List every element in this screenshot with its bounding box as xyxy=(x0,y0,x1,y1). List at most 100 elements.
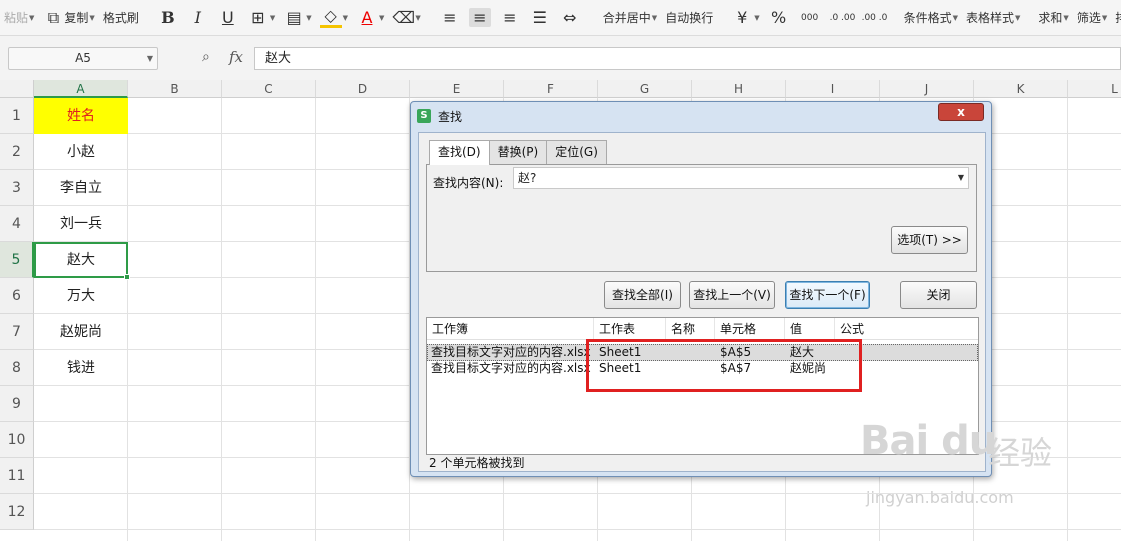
column-header-f[interactable]: F xyxy=(504,80,598,98)
currency-button[interactable]: ¥ ▼ xyxy=(727,4,763,32)
column-header-e[interactable]: E xyxy=(410,80,504,98)
format-painter-button[interactable]: 格式刷 xyxy=(99,4,143,32)
paste-button[interactable]: 粘贴 ▼ xyxy=(0,4,38,32)
tab-goto[interactable]: 定位(G) xyxy=(546,140,607,164)
borders-button[interactable]: ⊞ ▼ xyxy=(243,4,279,32)
column-header-h[interactable]: H xyxy=(692,80,786,98)
row-header-12[interactable]: 12 xyxy=(0,494,34,530)
table-style-button[interactable]: 表格样式 ▼ xyxy=(962,4,1024,32)
sort-button[interactable]: 排 xyxy=(1111,4,1121,32)
row-header-5[interactable]: 5 xyxy=(0,242,34,278)
thousands-button[interactable]: 000 xyxy=(794,4,826,32)
select-all-corner[interactable] xyxy=(0,80,34,98)
col-name[interactable]: 名称 xyxy=(666,318,715,340)
dialog-titlebar[interactable]: S 查找 x xyxy=(411,102,991,130)
col-formula[interactable]: 公式 xyxy=(835,318,978,340)
options-button[interactable]: 选项(T) >> xyxy=(891,226,968,254)
tab-replace[interactable]: 替换(P) xyxy=(488,140,548,164)
cell[interactable]: 万大 xyxy=(34,278,128,314)
result-workbook: 查找目标文字对应的内容.xlsx xyxy=(431,361,591,375)
cell[interactable]: 钱进 xyxy=(34,350,128,386)
tab-find[interactable]: 查找(D) xyxy=(429,140,490,165)
find-prev-button[interactable]: 查找上一个(V) xyxy=(689,281,775,309)
row-header-11[interactable]: 11 xyxy=(0,458,34,494)
column-header-l[interactable]: L xyxy=(1068,80,1121,98)
column-header-a[interactable]: A xyxy=(34,80,128,98)
inc-decimal-button[interactable]: .0 .00 xyxy=(826,4,858,32)
zoom-icon[interactable]: ⌕ xyxy=(202,49,210,65)
cell[interactable]: 赵妮尚 xyxy=(34,314,128,350)
column-header-g[interactable]: G xyxy=(598,80,692,98)
align-right-button[interactable]: ≡ xyxy=(495,4,525,32)
find-next-button[interactable]: 查找下一个(F) xyxy=(785,281,870,309)
cell[interactable]: 姓名 xyxy=(34,98,128,134)
copy-button[interactable]: ⧉ 复制 ▼ xyxy=(38,4,98,32)
name-box-value: A5 xyxy=(75,51,91,65)
copy-label: 复制 xyxy=(64,11,89,25)
cell-style-button[interactable]: ▤ ▼ xyxy=(279,4,315,32)
row-header-10[interactable]: 10 xyxy=(0,422,34,458)
row-header-8[interactable]: 8 xyxy=(0,350,34,386)
font-color-icon: A xyxy=(361,8,373,27)
wrap-text-label: 自动换行 xyxy=(665,11,714,25)
table-style-label: 表格样式 xyxy=(966,11,1015,25)
row-header-9[interactable]: 9 xyxy=(0,386,34,422)
dec-decimal-button[interactable]: .00 .0 xyxy=(858,4,890,32)
col-cell[interactable]: 单元格 xyxy=(715,318,785,340)
cond-format-button[interactable]: 条件格式 ▼ xyxy=(900,4,962,32)
column-header-j[interactable]: J xyxy=(880,80,974,98)
borders-icon: ⊞ xyxy=(251,8,265,27)
column-header-c[interactable]: C xyxy=(222,80,316,98)
align-left-button[interactable]: ≡ xyxy=(435,4,465,32)
justify-button[interactable]: ☰ xyxy=(525,4,555,32)
annotation-highlight-box xyxy=(586,339,862,392)
font-color-button[interactable]: A ▼ xyxy=(352,4,388,32)
column-header-k[interactable]: K xyxy=(974,80,1068,98)
cell[interactable]: 李自立 xyxy=(34,170,128,206)
baidu-watermark: Bai du 经验 jingyan.baidu.com xyxy=(860,410,1060,520)
fx-icon[interactable]: fx xyxy=(229,48,243,66)
bold-button[interactable]: B xyxy=(153,4,183,32)
watermark-cn: 经验 xyxy=(988,434,1053,472)
column-header-b[interactable]: B xyxy=(128,80,222,98)
align-center-button[interactable]: ≡ xyxy=(465,4,495,32)
name-box[interactable]: A5 ▼ xyxy=(8,47,158,70)
col-value[interactable]: 值 xyxy=(785,318,835,340)
column-header-d[interactable]: D xyxy=(316,80,410,98)
col-sheet[interactable]: 工作表 xyxy=(594,318,666,340)
filter-button[interactable]: 筛选 ▼ xyxy=(1073,4,1111,32)
wrap-text-button[interactable]: 自动换行 xyxy=(661,4,717,32)
column-header-i[interactable]: I xyxy=(786,80,880,98)
fill-color-button[interactable]: ◇ ▼ xyxy=(316,4,352,32)
row-header-3[interactable]: 3 xyxy=(0,170,34,206)
find-input[interactable]: 赵? ▼ xyxy=(513,167,969,189)
fill-handle[interactable] xyxy=(124,274,130,280)
row-header-6[interactable]: 6 xyxy=(0,278,34,314)
close-button[interactable]: 关闭 xyxy=(900,281,977,309)
italic-button[interactable]: I xyxy=(183,4,213,32)
thousands-icon: 000 xyxy=(801,12,819,23)
cell[interactable]: 刘一兵 xyxy=(34,206,128,242)
grid-line xyxy=(315,98,316,541)
sum-button[interactable]: 求和 ▼ xyxy=(1034,4,1072,32)
close-icon[interactable]: x xyxy=(938,103,984,121)
active-cell[interactable]: 赵大 xyxy=(34,242,128,278)
merge-center-label: 合并居中 xyxy=(602,11,651,25)
merge-center-button[interactable]: 合并居中 ▼ xyxy=(599,4,661,32)
cell[interactable]: 小赵 xyxy=(34,134,128,170)
find-all-button[interactable]: 查找全部(I) xyxy=(604,281,681,309)
row-header-4[interactable]: 4 xyxy=(0,206,34,242)
underline-button[interactable]: U xyxy=(213,4,243,32)
wps-logo-icon: S xyxy=(417,109,431,123)
col-workbook[interactable]: 工作簿 xyxy=(427,318,594,340)
currency-icon: ¥ xyxy=(737,8,748,27)
distribute-button[interactable]: ⇔ xyxy=(555,4,585,32)
row-header-2[interactable]: 2 xyxy=(0,134,34,170)
dec-decimal-icon: .00 .0 xyxy=(861,12,888,23)
chevron-down-icon[interactable]: ▼ xyxy=(958,168,964,188)
row-header-7[interactable]: 7 xyxy=(0,314,34,350)
formula-input[interactable]: 赵大 xyxy=(254,47,1121,70)
row-header-1[interactable]: 1 xyxy=(0,98,34,134)
percent-button[interactable]: % xyxy=(764,4,794,32)
clear-button[interactable]: ⌫ ▼ xyxy=(388,4,424,32)
